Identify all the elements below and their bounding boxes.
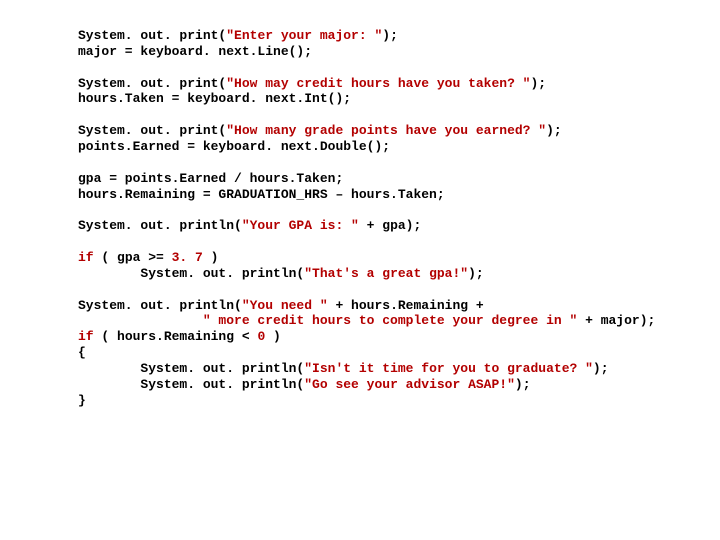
code-block: System. out. print("Enter your major: ")… <box>0 0 720 409</box>
